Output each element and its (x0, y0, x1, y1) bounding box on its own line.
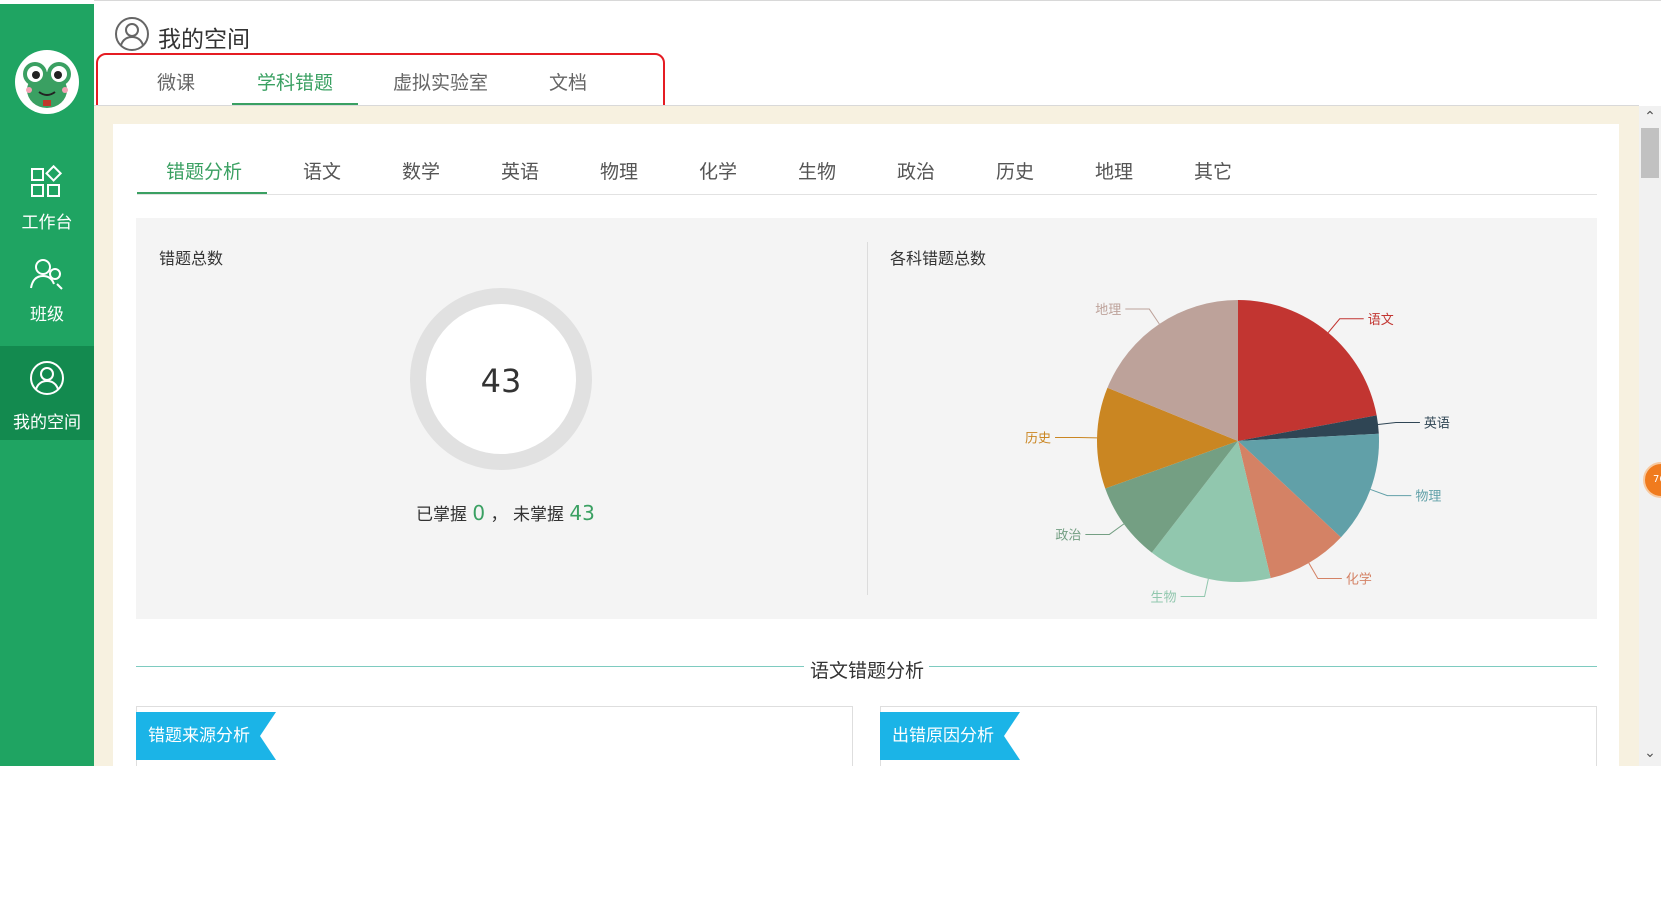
pie-label-line (1308, 562, 1342, 580)
section-line-right (929, 666, 1597, 667)
pie-label: 物理 (1415, 490, 1441, 505)
pie-label-line (1370, 488, 1412, 497)
section-title: 语文错题分析 (810, 660, 925, 682)
pie-label: 生物 (1151, 590, 1177, 605)
section-line-left (136, 666, 804, 667)
source-analysis-ribbon: 错题来源分析 (136, 712, 276, 760)
scroll-up-icon[interactable]: ⌃ (1641, 108, 1659, 126)
scroll-thumb[interactable] (1641, 128, 1659, 178)
pie-label-line (1377, 421, 1420, 426)
pie-label: 政治 (1055, 528, 1081, 543)
pie-label-line (1327, 318, 1364, 333)
cause-analysis-ribbon: 出错原因分析 (880, 712, 1020, 760)
pie-label-line (1180, 578, 1209, 597)
subject-pie-chart: 语文英语物理化学生物 政治 历史 地理 (1025, 300, 1450, 605)
vertical-scrollbar[interactable] (1639, 106, 1661, 766)
pie-label: 语文 (1368, 313, 1394, 328)
scroll-down-icon[interactable]: ⌄ (1641, 744, 1659, 762)
pie-label: 化学 (1346, 572, 1372, 588)
pie-label: 英语 (1424, 416, 1450, 431)
pie-label: 历史 (1025, 432, 1051, 447)
pie-label-line (1125, 308, 1160, 325)
pie-label-line (1085, 523, 1125, 535)
app-root: 工作台 班级 我的空间 我的空间 微课 学科错题 虚拟实验室 文档 错题分析 语… (0, 0, 1661, 920)
pie-label: 地理 (1095, 303, 1121, 318)
